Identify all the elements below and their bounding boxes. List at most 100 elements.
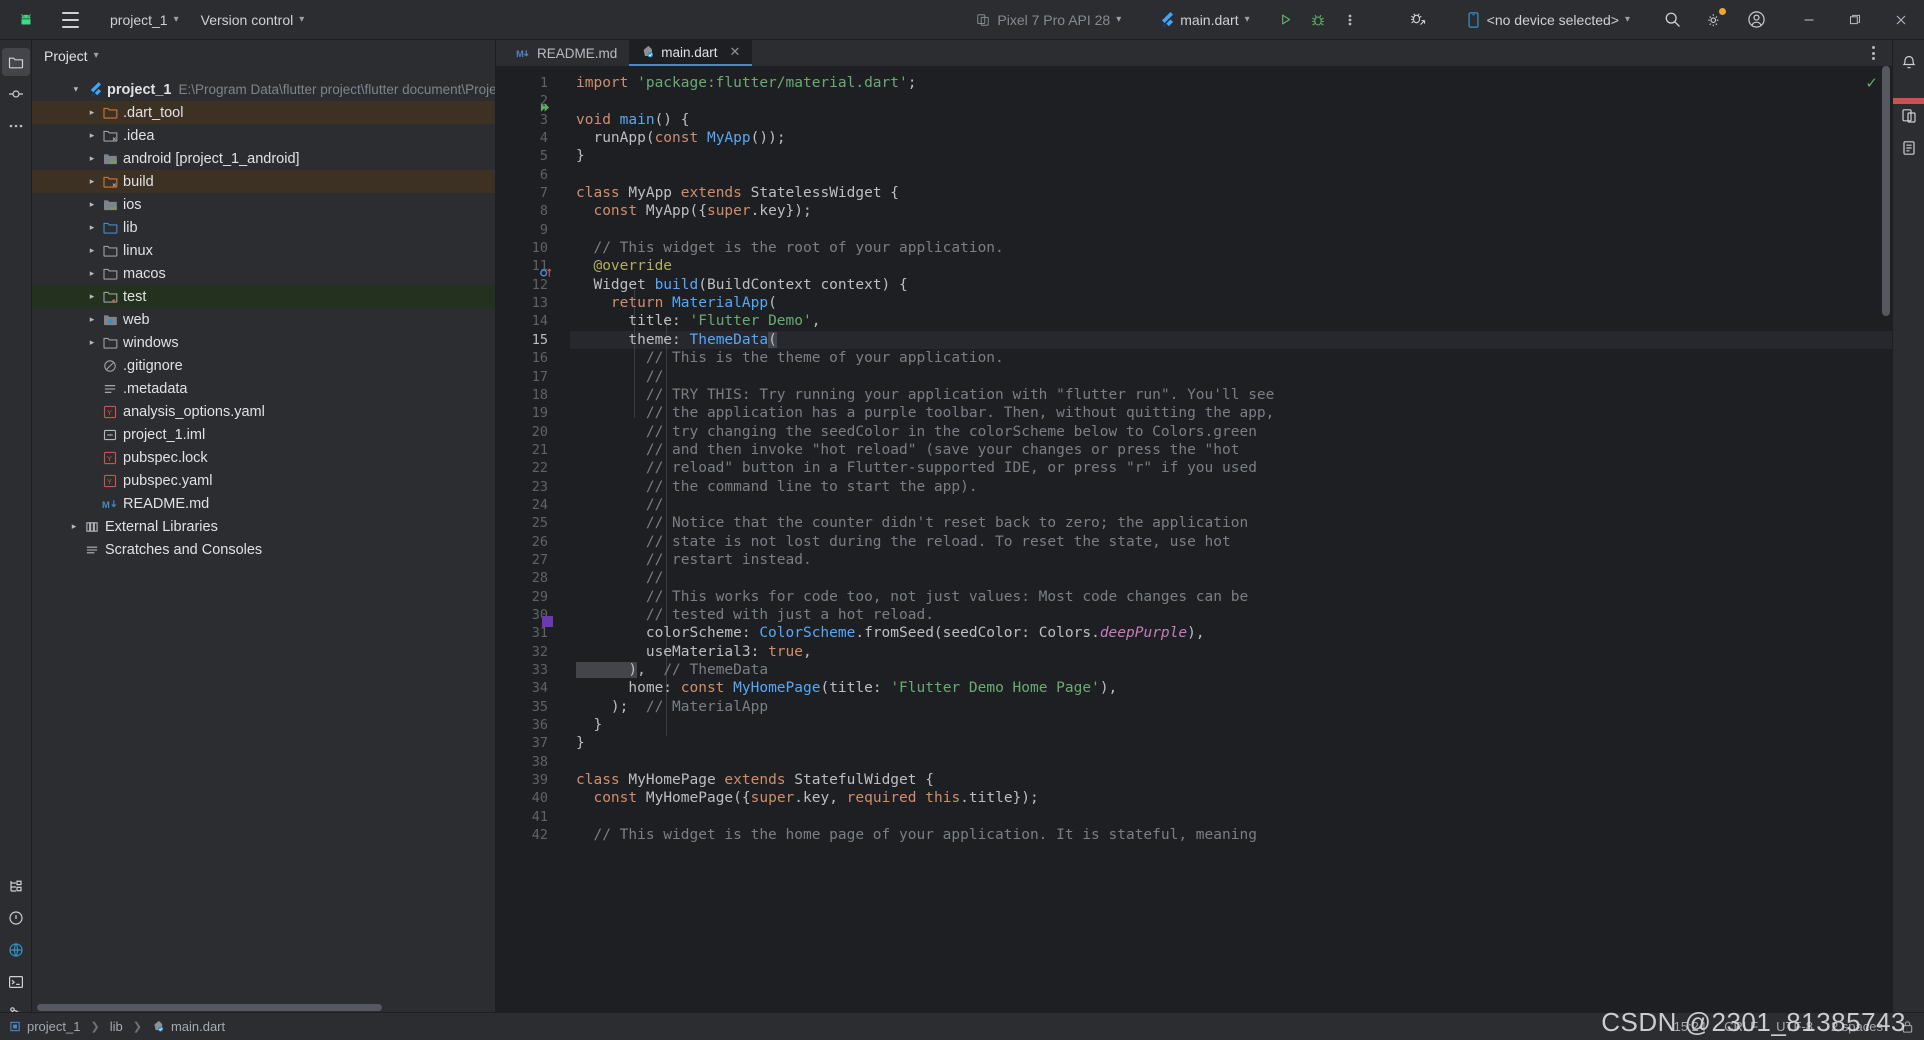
code-line[interactable]: const MyApp({super.key});: [576, 202, 1274, 220]
code-line[interactable]: //: [576, 496, 1274, 514]
code-line[interactable]: //: [576, 569, 1274, 587]
tree-row-external-libraries[interactable]: ▸ External Libraries: [32, 515, 495, 538]
chevron-right-icon[interactable]: ▸: [84, 245, 100, 256]
device-file-explorer-icon[interactable]: [1895, 134, 1923, 162]
tree-row-web[interactable]: ▸ web: [32, 308, 495, 331]
code-line[interactable]: // This works for code too, not just val…: [576, 588, 1274, 606]
gear-icon[interactable]: [1698, 4, 1730, 36]
commit-tool-icon[interactable]: [2, 80, 30, 108]
code-line[interactable]: class MyHomePage extends StatefulWidget …: [576, 771, 1274, 789]
breadcrumb-item-lib[interactable]: lib: [110, 1019, 123, 1034]
code-line[interactable]: useMaterial3: true,: [576, 643, 1274, 661]
android-studio-icon[interactable]: [10, 4, 42, 36]
code-line[interactable]: runApp(const MyApp());: [576, 129, 1274, 147]
code-line[interactable]: //: [576, 368, 1274, 386]
project-selector[interactable]: project_1 ▾: [102, 6, 187, 34]
code-line[interactable]: @override: [576, 257, 1274, 275]
breadcrumb-item-file[interactable]: main.dart: [171, 1019, 225, 1034]
code-line[interactable]: title: 'Flutter Demo',: [576, 312, 1274, 330]
code-line[interactable]: // the application has a purple toolbar.…: [576, 404, 1275, 422]
problems-tool-icon[interactable]: [2, 904, 30, 932]
code-line[interactable]: [576, 753, 1274, 771]
code-line[interactable]: // Notice that the counter didn't reset …: [576, 514, 1274, 532]
tab-readme[interactable]: M README.md: [504, 40, 629, 66]
code-line[interactable]: theme: ThemeData(: [576, 331, 1274, 349]
close-icon[interactable]: ✕: [730, 44, 741, 60]
code-line[interactable]: ), // ThemeData: [576, 661, 1274, 679]
code-line[interactable]: }: [576, 147, 1274, 165]
project-tree[interactable]: ▸ project_1 E:\Program Data\flutter proj…: [32, 72, 495, 1030]
breadcrumb-item-project[interactable]: project_1: [27, 1019, 80, 1034]
project-panel-header[interactable]: Project ▾: [32, 40, 495, 72]
editor-scrollbar-thumb[interactable]: [1882, 66, 1890, 316]
code-line[interactable]: // restart instead.: [576, 551, 1274, 569]
more-vertical-icon[interactable]: [1334, 4, 1366, 36]
code-line[interactable]: ); // MaterialApp: [576, 698, 1274, 716]
chevron-right-icon[interactable]: ▸: [84, 107, 100, 118]
breadcrumb[interactable]: project_1 ❯ lib ❯ main.dart: [10, 1019, 225, 1034]
run-config-selector[interactable]: main.dart ▾: [1151, 6, 1257, 34]
tree-row-lib[interactable]: ▸ lib: [32, 216, 495, 239]
tree-row-ios[interactable]: ▸ ios: [32, 193, 495, 216]
code-line[interactable]: home: const MyHomePage(title: 'Flutter D…: [576, 679, 1274, 697]
code-line[interactable]: // try changing the seedColor in the col…: [576, 423, 1274, 441]
chevron-right-icon[interactable]: ▸: [84, 337, 100, 348]
code-line[interactable]: return MaterialApp(: [576, 294, 1274, 312]
tree-row-root[interactable]: ▸ project_1 E:\Program Data\flutter proj…: [32, 78, 496, 101]
code-line[interactable]: }: [576, 734, 1274, 752]
code-line[interactable]: class MyApp extends StatelessWidget {: [576, 184, 1274, 202]
device-target-selector[interactable]: Pixel 7 Pro API 28 ▾: [968, 6, 1129, 34]
device-selector[interactable]: <no device selected> ▾: [1460, 6, 1638, 34]
color-swatch-gutter-icon[interactable]: [542, 616, 553, 627]
tree-row-linux[interactable]: ▸ linux: [32, 239, 495, 262]
status-indent[interactable]: 2 spaces: [1831, 1019, 1883, 1034]
code-line[interactable]: const MyHomePage({super.key, required th…: [576, 789, 1274, 807]
minimize-button[interactable]: [1786, 0, 1832, 40]
code-line[interactable]: // reload" button in a Flutter-supported…: [576, 459, 1274, 477]
tree-row-analysis-options-yaml[interactable]: Yanalysis_options.yaml: [32, 400, 495, 423]
services-tool-icon[interactable]: [2, 936, 30, 964]
tree-row-readme-md[interactable]: M README.md: [32, 492, 495, 515]
chevron-right-icon[interactable]: ▸: [84, 314, 100, 325]
code-line[interactable]: Widget build(BuildContext context) {: [576, 276, 1274, 294]
chevron-right-icon[interactable]: ▸: [84, 153, 100, 164]
search-icon[interactable]: [1656, 4, 1688, 36]
project-panel-hscroll[interactable]: [32, 1002, 464, 1012]
tree-row-metadata[interactable]: .metadata: [32, 377, 495, 400]
status-line-separator[interactable]: CRLF: [1724, 1019, 1758, 1034]
chevron-right-icon[interactable]: ▸: [84, 291, 100, 302]
terminal-tool-icon[interactable]: [2, 968, 30, 996]
tree-row-pubspec-lock[interactable]: Ypubspec.lock: [32, 446, 495, 469]
code-line[interactable]: colorScheme: ColorScheme.fromSeed(seedCo…: [576, 624, 1274, 642]
code-line[interactable]: // This is the theme of your application…: [576, 349, 1274, 367]
override-gutter-icon[interactable]: [540, 267, 553, 279]
close-button[interactable]: [1878, 0, 1924, 40]
code-line[interactable]: [576, 221, 1274, 239]
code-line[interactable]: // tested with just a hot reload.: [576, 606, 1274, 624]
editor-gutter[interactable]: 1 2 3 4 5 6 7 8 9 10 11 12 13 14 15 16 17 18 19 20 21 22 23 24 2…: [496, 66, 556, 1040]
tree-row-build[interactable]: ▸ build: [32, 170, 495, 193]
structure-tool-icon[interactable]: [2, 872, 30, 900]
account-avatar-icon[interactable]: [1740, 4, 1772, 36]
version-control-menu[interactable]: Version control ▾: [193, 6, 313, 34]
hamburger-menu-icon[interactable]: [54, 4, 86, 36]
lock-icon[interactable]: [1901, 1020, 1914, 1034]
inspections-ok-check[interactable]: ✓: [1865, 74, 1878, 92]
code-line[interactable]: // TRY THIS: Try running your applicatio…: [576, 386, 1275, 404]
code-line[interactable]: // state is not lost during the reload. …: [576, 533, 1274, 551]
chevron-right-icon[interactable]: ▸: [84, 268, 100, 279]
chevron-right-icon[interactable]: ▸: [84, 222, 100, 233]
editor-options-icon[interactable]: [1862, 42, 1884, 64]
tree-row-macos[interactable]: ▸ macos: [32, 262, 495, 285]
chevron-right-icon[interactable]: ▸: [84, 176, 100, 187]
code-line[interactable]: [576, 808, 1274, 826]
status-charset[interactable]: UTF-8: [1776, 1019, 1813, 1034]
tree-row-test[interactable]: ▸ test: [32, 285, 495, 308]
chevron-right-icon[interactable]: ▸: [84, 130, 100, 141]
more-tool-icon[interactable]: [2, 112, 30, 140]
source-code[interactable]: import 'package:flutter/material.dart'; …: [576, 74, 1274, 844]
tree-row-windows[interactable]: ▸ windows: [32, 331, 495, 354]
tree-row-scratches-and-consoles[interactable]: Scratches and Consoles: [32, 538, 495, 561]
maximize-button[interactable]: [1832, 0, 1878, 40]
tree-row-pubspec-yaml[interactable]: Ypubspec.yaml: [32, 469, 495, 492]
